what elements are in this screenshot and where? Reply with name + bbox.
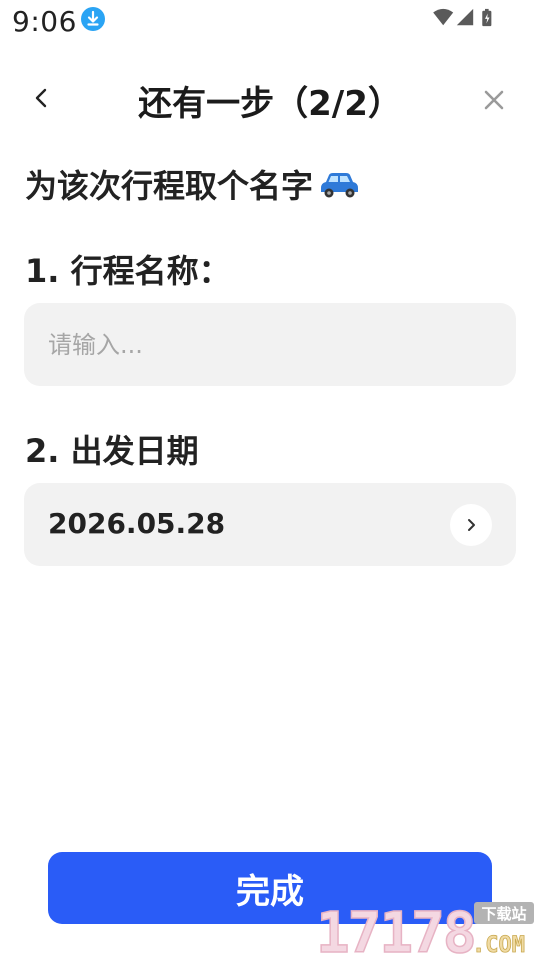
departure-date-value: 2026.05.28 bbox=[48, 507, 226, 540]
header: 还有一步（2/2） bbox=[0, 70, 540, 126]
trip-name-input[interactable] bbox=[24, 303, 516, 386]
departure-date-label: 2. 出发日期 bbox=[25, 432, 199, 470]
prompt-heading: 为该次行程取个名字 bbox=[25, 161, 361, 207]
signal-icon bbox=[456, 8, 474, 26]
status-bar: 9:06 bbox=[0, 0, 540, 44]
page-title: 还有一步（2/2） bbox=[138, 84, 402, 124]
download-icon bbox=[81, 7, 105, 31]
date-chevron-button[interactable] bbox=[450, 504, 492, 546]
departure-date-selector[interactable]: 2026.05.28 bbox=[24, 483, 516, 566]
close-button[interactable] bbox=[474, 80, 514, 120]
battery-icon bbox=[482, 8, 492, 27]
screen: 9:06 还有一步（2/2） 为该次行程取个名字 1. 行程名称： 请输入...… bbox=[0, 0, 540, 960]
svg-text:17178: 17178 bbox=[316, 901, 475, 958]
system-status-icons bbox=[433, 8, 492, 27]
wifi-icon bbox=[433, 8, 454, 26]
chevron-right-icon bbox=[468, 519, 475, 531]
prompt-heading-text: 为该次行程取个名字 bbox=[25, 167, 314, 205]
status-time: 9:06 bbox=[12, 5, 77, 38]
trip-name-field bbox=[24, 303, 516, 386]
car-icon bbox=[321, 173, 359, 198]
site-watermark-logo: 17178 .COM 下载站 bbox=[315, 900, 534, 958]
svg-text:下载站: 下载站 bbox=[481, 905, 526, 923]
close-icon bbox=[484, 90, 504, 110]
svg-text:.COM: .COM bbox=[472, 933, 525, 958]
trip-name-label: 1. 行程名称： bbox=[25, 252, 231, 290]
